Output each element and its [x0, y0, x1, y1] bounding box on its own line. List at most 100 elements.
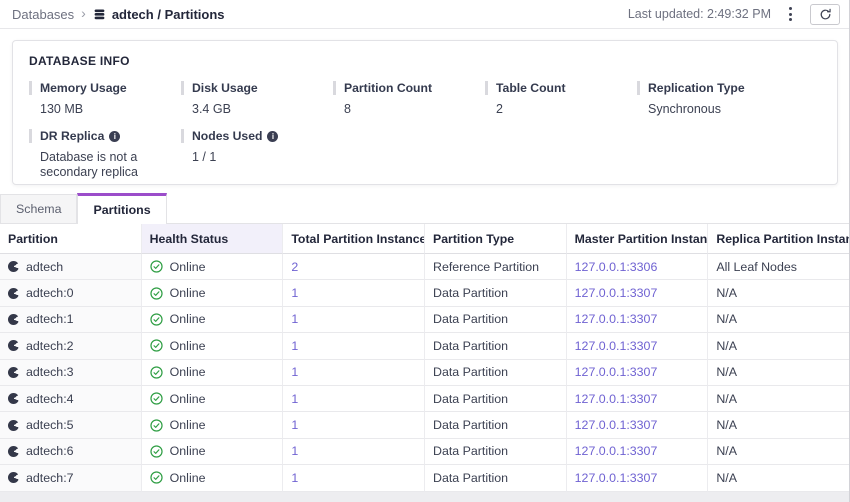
stat-value: 3.4 GB: [181, 102, 333, 117]
partition-type-cell: Data Partition: [425, 333, 567, 359]
total-instances-link[interactable]: 1: [283, 307, 425, 333]
stat-value: 2: [485, 102, 637, 117]
table-row[interactable]: adtech:7 Online 1 Data Partition 127.0.0…: [0, 465, 850, 491]
partition-name: adtech:2: [26, 339, 74, 353]
stat-table-count: Table Count 2: [485, 81, 637, 117]
health-status-cell: Online: [142, 254, 284, 280]
partitions-table: Partition Health Status Total Partition …: [0, 224, 850, 492]
kebab-dot: [789, 18, 792, 21]
table-body: adtech Online 2 Reference Partition 127.…: [0, 254, 850, 492]
partition-name: adtech:7: [26, 471, 74, 485]
partition-cell: adtech:0: [0, 280, 142, 306]
partition-pie-icon: [8, 367, 19, 378]
tab-partitions[interactable]: Partitions: [77, 193, 166, 224]
chevron-right-icon: ›: [81, 6, 86, 22]
stat-value: Database is not a secondary replica: [29, 150, 169, 180]
table-row[interactable]: adtech:0 Online 1 Data Partition 127.0.0…: [0, 280, 850, 306]
partition-cell: adtech:1: [0, 307, 142, 333]
partition-cell: adtech:5: [0, 412, 142, 438]
stat-partition-count: Partition Count 8: [333, 81, 485, 117]
replica-instance-cell: N/A: [708, 333, 850, 359]
partition-type-cell: Reference Partition: [425, 254, 567, 280]
online-check-icon: [150, 471, 163, 484]
topbar-actions: Last updated: 2:49:32 PM: [628, 3, 840, 25]
info-icon[interactable]: i: [109, 131, 120, 142]
stats-row-2: DR Replica i Database is not a secondary…: [29, 129, 821, 180]
stat-label-text: Nodes Used: [192, 129, 262, 143]
online-check-icon: [150, 287, 163, 300]
table-row[interactable]: adtech:5 Online 1 Data Partition 127.0.0…: [0, 412, 850, 438]
stat-label: Partition Count: [333, 81, 485, 95]
breadcrumb: Databases › adtech / Partitions: [12, 6, 225, 22]
column-header-health-status[interactable]: Health Status: [142, 224, 284, 254]
table-row[interactable]: adtech:1 Online 1 Data Partition 127.0.0…: [0, 307, 850, 333]
total-instances-link[interactable]: 1: [283, 280, 425, 306]
total-instances-link[interactable]: 1: [283, 439, 425, 465]
table-row[interactable]: adtech:6 Online 1 Data Partition 127.0.0…: [0, 439, 850, 465]
refresh-button[interactable]: [810, 4, 840, 25]
health-status-text: Online: [170, 418, 206, 432]
column-header-partition[interactable]: Partition: [0, 224, 142, 254]
master-instance-link[interactable]: 127.0.0.1:3307: [567, 307, 709, 333]
master-instance-link[interactable]: 127.0.0.1:3306: [567, 254, 709, 280]
page: Databases › adtech / Partitions Last upd…: [0, 0, 850, 502]
partition-cell: adtech:4: [0, 386, 142, 412]
replica-instance-cell: N/A: [708, 439, 850, 465]
database-icon: [93, 8, 106, 21]
health-status-text: Online: [170, 339, 206, 353]
partition-type-cell: Data Partition: [425, 360, 567, 386]
replica-instance-cell: N/A: [708, 465, 850, 491]
health-status-text: Online: [170, 444, 206, 458]
replica-instance-cell: N/A: [708, 280, 850, 306]
health-status-cell: Online: [142, 333, 284, 359]
stat-dr-replica: DR Replica i Database is not a secondary…: [29, 129, 181, 180]
total-instances-link[interactable]: 2: [283, 254, 425, 280]
last-updated-text: Last updated: 2:49:32 PM: [628, 7, 771, 21]
table-row[interactable]: adtech Online 2 Reference Partition 127.…: [0, 254, 850, 280]
partition-pie-icon: [8, 314, 19, 325]
kebab-menu-button[interactable]: [783, 3, 798, 25]
master-instance-link[interactable]: 127.0.0.1:3307: [567, 333, 709, 359]
total-instances-link[interactable]: 1: [283, 412, 425, 438]
master-instance-link[interactable]: 127.0.0.1:3307: [567, 439, 709, 465]
online-check-icon: [150, 445, 163, 458]
partition-pie-icon: [8, 420, 19, 431]
info-icon[interactable]: i: [267, 131, 278, 142]
partition-pie-icon: [8, 446, 19, 457]
table-row[interactable]: adtech:4 Online 1 Data Partition 127.0.0…: [0, 386, 850, 412]
partition-cell: adtech:3: [0, 360, 142, 386]
replica-instance-cell: All Leaf Nodes: [708, 254, 850, 280]
column-header-partition-type[interactable]: Partition Type: [425, 224, 567, 254]
master-instance-link[interactable]: 127.0.0.1:3307: [567, 386, 709, 412]
total-instances-link[interactable]: 1: [283, 465, 425, 491]
breadcrumb-databases-link[interactable]: Databases: [12, 7, 74, 22]
health-status-cell: Online: [142, 439, 284, 465]
table-row[interactable]: adtech:2 Online 1 Data Partition 127.0.0…: [0, 333, 850, 359]
partition-cell: adtech:2: [0, 333, 142, 359]
total-instances-link[interactable]: 1: [283, 386, 425, 412]
partition-type-cell: Data Partition: [425, 439, 567, 465]
partition-cell: adtech: [0, 254, 142, 280]
refresh-icon: [819, 8, 832, 21]
column-header-total-instances[interactable]: Total Partition Instances: [283, 224, 425, 254]
bottom-strip: [0, 492, 850, 502]
master-instance-link[interactable]: 127.0.0.1:3307: [567, 412, 709, 438]
stat-memory-usage: Memory Usage 130 MB: [29, 81, 181, 117]
master-instance-link[interactable]: 127.0.0.1:3307: [567, 360, 709, 386]
total-instances-link[interactable]: 1: [283, 360, 425, 386]
stat-disk-usage: Disk Usage 3.4 GB: [181, 81, 333, 117]
tab-schema[interactable]: Schema: [0, 194, 77, 223]
partition-pie-icon: [8, 393, 19, 404]
column-header-replica-instance[interactable]: Replica Partition Instance ...: [708, 224, 850, 254]
stat-replication-type: Replication Type Synchronous: [637, 81, 789, 117]
master-instance-link[interactable]: 127.0.0.1:3307: [567, 465, 709, 491]
table-row[interactable]: adtech:3 Online 1 Data Partition 127.0.0…: [0, 360, 850, 386]
health-status-cell: Online: [142, 386, 284, 412]
partition-type-cell: Data Partition: [425, 280, 567, 306]
master-instance-link[interactable]: 127.0.0.1:3307: [567, 280, 709, 306]
partition-type-cell: Data Partition: [425, 386, 567, 412]
column-header-master-instance[interactable]: Master Partition Instance ...: [567, 224, 709, 254]
partition-pie-icon: [8, 261, 19, 272]
stat-nodes-used: Nodes Used i 1 / 1: [181, 129, 333, 180]
total-instances-link[interactable]: 1: [283, 333, 425, 359]
